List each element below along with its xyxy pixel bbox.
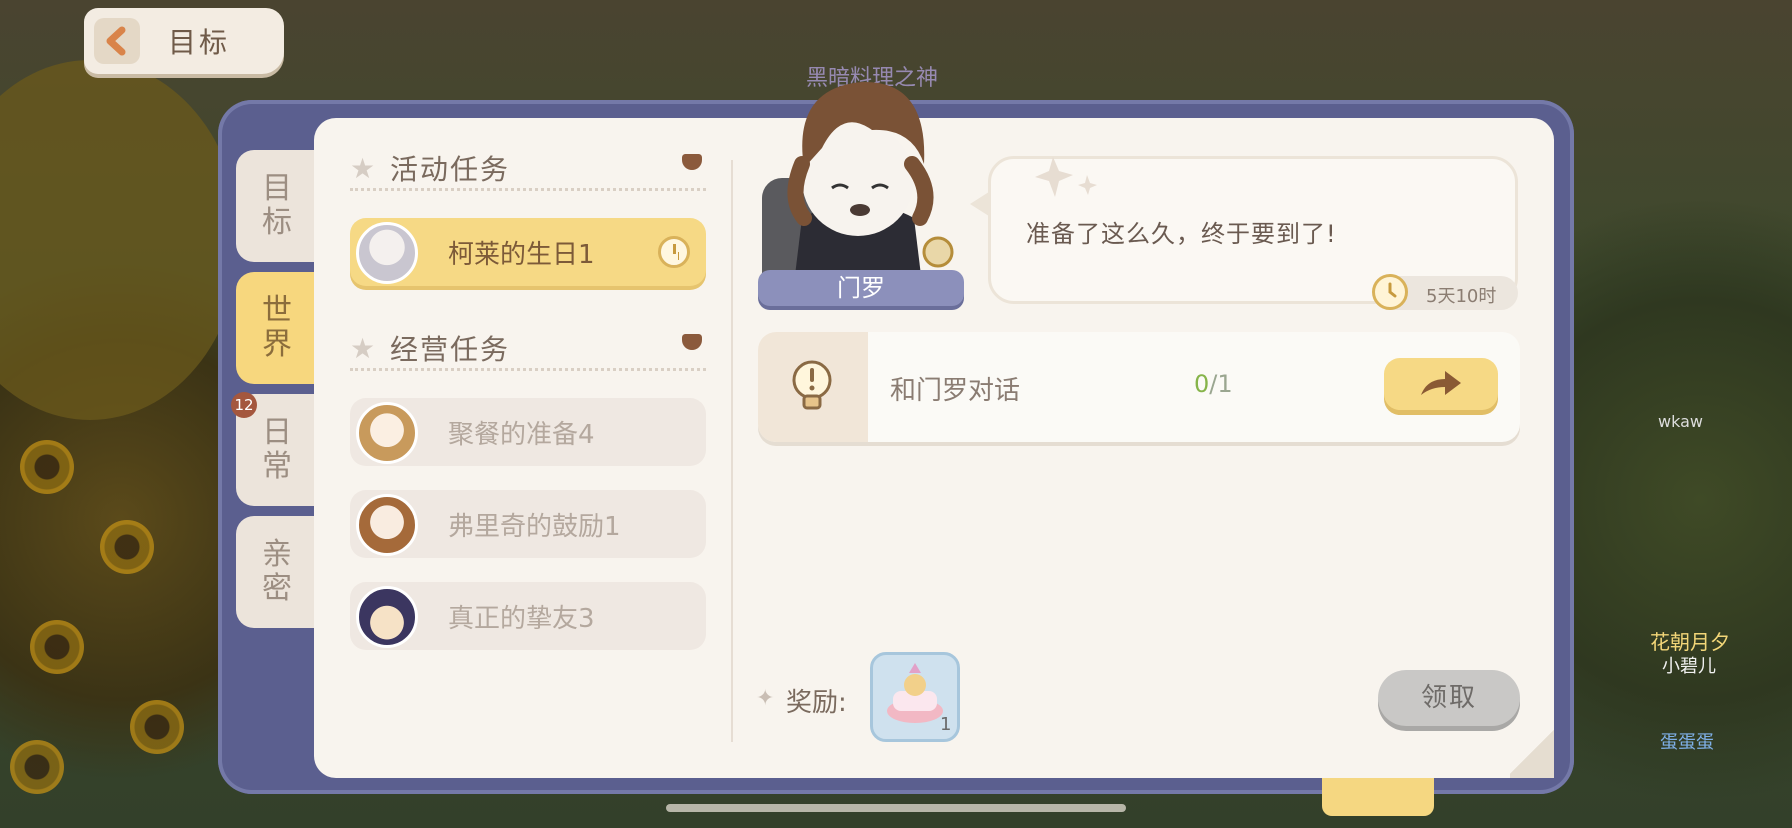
avatar [356,586,418,648]
objective-progress: 0/1 [1194,370,1233,398]
section-title: 活动任务 [390,153,511,186]
sunflower [20,440,74,494]
section-title: 经营任务 [390,333,511,366]
progress-total: 1 [1217,370,1233,398]
home-indicator [666,804,1126,812]
player-name[interactable]: wkaw [1658,412,1703,431]
sparkle-star-icon [1035,157,1097,197]
tab-label: 日常 [262,415,292,484]
tab-goal[interactable]: 目标 [236,150,318,262]
sunflower [100,520,154,574]
task-item-dinner-prep[interactable]: 聚餐的准备4 [350,398,706,466]
page-curl-corner [1510,726,1554,778]
sunflower [130,700,184,754]
go-arrow-icon [1421,371,1461,395]
clock-icon [658,236,690,268]
lightbulb-icon [790,358,834,416]
player-name[interactable]: 花朝月夕 [1650,626,1730,655]
task-label: 柯莱的生日1 [448,240,595,270]
objective-text: 和门罗对话 [890,376,1021,406]
reward-label: 奖励: [786,688,847,718]
task-item-fritch-encourage[interactable]: 弗里奇的鼓励1 [350,490,706,558]
clock-icon [1372,274,1408,310]
collapse-acorn-icon[interactable] [682,334,702,350]
npc-dialogue: 准备了这么久，终于要到了! [1026,220,1337,248]
task-label: 聚餐的准备4 [448,420,595,450]
collapse-acorn-icon[interactable] [682,154,702,170]
section-header-event: ★ 活动任务 [350,148,706,191]
back-arrow-icon [94,18,140,64]
back-button[interactable]: 目标 [84,8,284,74]
task-item-coley-birthday[interactable]: 柯莱的生日1 [350,218,706,286]
claim-button[interactable]: 领取 [1378,670,1520,726]
sunflower [10,740,64,794]
section-header-business: ★ 经营任务 [350,328,706,371]
progress-current: 0 [1194,370,1210,398]
tab-intimacy[interactable]: 亲密 [236,516,318,628]
task-item-true-friend[interactable]: 真正的挚友3 [350,582,706,650]
task-label: 弗里奇的鼓励1 [448,512,621,542]
reward-quantity: 1 [940,714,952,735]
daily-count-badge: 12 [231,392,257,418]
sunflower [30,620,84,674]
back-button-label: 目标 [168,26,231,59]
npc-name-tag: 门罗 [758,270,964,306]
sparkle-icon: ✦ [756,686,775,711]
bottom-ribbon [1322,778,1434,816]
panel-divider [731,160,733,742]
player-name[interactable]: 小碧儿 [1662,652,1716,678]
star-icon: ★ [350,152,376,185]
task-label: 真正的挚友3 [448,604,595,634]
player-name[interactable]: 蛋蛋蛋 [1660,728,1714,754]
tab-label: 世界 [262,293,292,362]
star-icon: ★ [350,332,376,365]
avatar [356,494,418,556]
tab-world[interactable]: 世界 [236,272,318,384]
time-remaining: 5天10时 [1426,286,1497,307]
avatar [356,222,418,284]
avatar [356,402,418,464]
npc-portrait [752,68,964,300]
tab-label: 亲密 [262,537,292,606]
go-to-button[interactable] [1384,358,1498,410]
tab-label: 目标 [262,171,292,240]
